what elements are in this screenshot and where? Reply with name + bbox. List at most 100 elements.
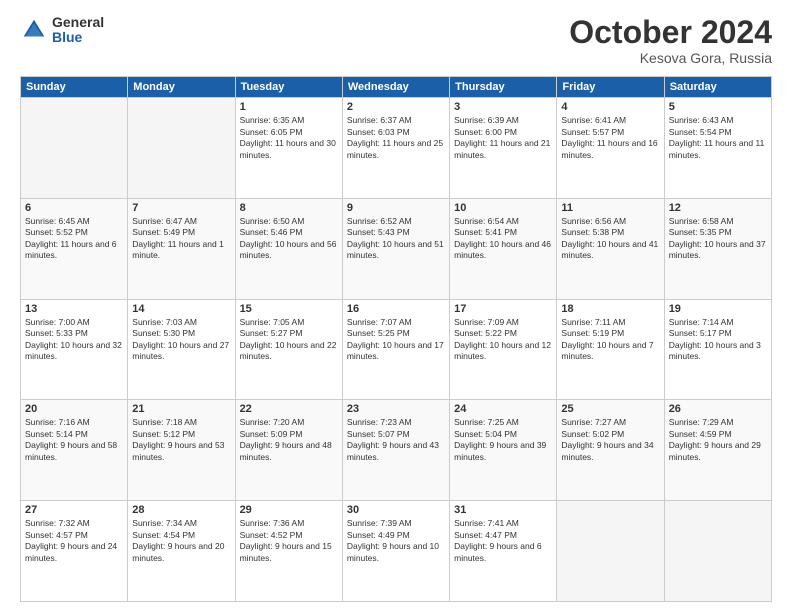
day-number: 28 [132,504,230,516]
calendar-table: Sunday Monday Tuesday Wednesday Thursday… [20,76,772,602]
table-row: 7 Sunrise: 6:47 AMSunset: 5:49 PMDaylight… [128,198,235,299]
day-info: Sunrise: 7:00 AMSunset: 5:33 PMDaylight:… [25,317,123,363]
day-info: Sunrise: 6:52 AMSunset: 5:43 PMDaylight:… [347,216,445,262]
day-number: 19 [669,303,767,315]
day-info: Sunrise: 6:43 AMSunset: 5:54 PMDaylight:… [669,115,767,161]
day-info: Sunrise: 7:18 AMSunset: 5:12 PMDaylight:… [132,417,230,463]
day-info: Sunrise: 6:39 AMSunset: 6:00 PMDaylight:… [454,115,552,161]
day-info: Sunrise: 6:54 AMSunset: 5:41 PMDaylight:… [454,216,552,262]
day-info: Sunrise: 7:39 AMSunset: 4:49 PMDaylight:… [347,518,445,564]
day-number: 1 [240,101,338,113]
table-row: 27 Sunrise: 7:32 AMSunset: 4:57 PMDayligh… [21,501,128,602]
subtitle: Kesova Gora, Russia [569,50,772,66]
table-row: 30 Sunrise: 7:39 AMSunset: 4:49 PMDayligh… [342,501,449,602]
day-number: 11 [561,202,659,214]
day-number: 16 [347,303,445,315]
table-row: 13 Sunrise: 7:00 AMSunset: 5:33 PMDayligh… [21,299,128,400]
day-number: 25 [561,403,659,415]
table-row: 26Sunrise: 7:29 AMSunset: 4:59 PMDayligh… [664,400,771,501]
day-number: 17 [454,303,552,315]
day-number: 12 [669,202,767,214]
day-info: Sunrise: 7:25 AMSunset: 5:04 PMDaylight:… [454,417,552,463]
calendar-week-row: 27 Sunrise: 7:32 AMSunset: 4:57 PMDayligh… [21,501,772,602]
table-row [664,501,771,602]
day-number: 24 [454,403,552,415]
day-info: Sunrise: 6:56 AMSunset: 5:38 PMDaylight:… [561,216,659,262]
table-row: 14 Sunrise: 7:03 AMSunset: 5:30 PMDayligh… [128,299,235,400]
day-number: 8 [240,202,338,214]
table-row [128,98,235,199]
table-row: 25 Sunrise: 7:27 AMSunset: 5:02 PMDayligh… [557,400,664,501]
logo-icon [20,16,48,44]
logo-general: General [52,15,104,30]
header: General Blue October 2024 Kesova Gora, R… [20,15,772,66]
table-row: 3 Sunrise: 6:39 AMSunset: 6:00 PMDaylight… [450,98,557,199]
day-number: 4 [561,101,659,113]
col-monday: Monday [128,77,235,98]
day-number: 31 [454,504,552,516]
calendar-week-row: 1 Sunrise: 6:35 AMSunset: 6:05 PMDaylight… [21,98,772,199]
col-tuesday: Tuesday [235,77,342,98]
day-number: 2 [347,101,445,113]
day-info: Sunrise: 7:34 AMSunset: 4:54 PMDaylight:… [132,518,230,564]
day-info: Sunrise: 6:50 AMSunset: 5:46 PMDaylight:… [240,216,338,262]
day-info: Sunrise: 6:45 AMSunset: 5:52 PMDaylight:… [25,216,123,262]
day-info: Sunrise: 7:11 AMSunset: 5:19 PMDaylight:… [561,317,659,363]
day-number: 6 [25,202,123,214]
col-friday: Friday [557,77,664,98]
title-block: October 2024 Kesova Gora, Russia [569,15,772,66]
day-info: Sunrise: 7:07 AMSunset: 5:25 PMDaylight:… [347,317,445,363]
day-info: Sunrise: 7:16 AMSunset: 5:14 PMDaylight:… [25,417,123,463]
day-info: Sunrise: 6:35 AMSunset: 6:05 PMDaylight:… [240,115,338,161]
day-number: 20 [25,403,123,415]
table-row: 2 Sunrise: 6:37 AMSunset: 6:03 PMDaylight… [342,98,449,199]
table-row: 24 Sunrise: 7:25 AMSunset: 5:04 PMDayligh… [450,400,557,501]
day-number: 5 [669,101,767,113]
day-number: 22 [240,403,338,415]
day-info: Sunrise: 7:05 AMSunset: 5:27 PMDaylight:… [240,317,338,363]
day-info: Sunrise: 6:37 AMSunset: 6:03 PMDaylight:… [347,115,445,161]
day-number: 26 [669,403,767,415]
day-info: Sunrise: 7:41 AMSunset: 4:47 PMDaylight:… [454,518,552,564]
day-info: Sunrise: 7:32 AMSunset: 4:57 PMDaylight:… [25,518,123,564]
day-info: Sunrise: 7:27 AMSunset: 5:02 PMDaylight:… [561,417,659,463]
day-info: Sunrise: 6:58 AMSunset: 5:35 PMDaylight:… [669,216,767,262]
day-number: 23 [347,403,445,415]
day-info: Sunrise: 7:14 AMSunset: 5:17 PMDaylight:… [669,317,767,363]
day-info: Sunrise: 7:03 AMSunset: 5:30 PMDaylight:… [132,317,230,363]
table-row [21,98,128,199]
day-number: 9 [347,202,445,214]
day-number: 10 [454,202,552,214]
calendar-week-row: 6 Sunrise: 6:45 AMSunset: 5:52 PMDaylight… [21,198,772,299]
day-number: 7 [132,202,230,214]
table-row: 19 Sunrise: 7:14 AMSunset: 5:17 PMDayligh… [664,299,771,400]
calendar-header-row: Sunday Monday Tuesday Wednesday Thursday… [21,77,772,98]
day-number: 27 [25,504,123,516]
table-row: 20 Sunrise: 7:16 AMSunset: 5:14 PMDayligh… [21,400,128,501]
table-row: 8 Sunrise: 6:50 AMSunset: 5:46 PMDaylight… [235,198,342,299]
day-number: 18 [561,303,659,315]
table-row: 15 Sunrise: 7:05 AMSunset: 5:27 PMDayligh… [235,299,342,400]
day-number: 3 [454,101,552,113]
day-info: Sunrise: 7:20 AMSunset: 5:09 PMDaylight:… [240,417,338,463]
table-row: 5 Sunrise: 6:43 AMSunset: 5:54 PMDaylight… [664,98,771,199]
table-row: 17Sunrise: 7:09 AMSunset: 5:22 PMDayligh… [450,299,557,400]
table-row: 23Sunrise: 7:23 AMSunset: 5:07 PMDayligh… [342,400,449,501]
table-row: 22 Sunrise: 7:20 AMSunset: 5:09 PMDayligh… [235,400,342,501]
day-number: 15 [240,303,338,315]
month-title: October 2024 [569,15,772,50]
table-row: 12 Sunrise: 6:58 AMSunset: 5:35 PMDayligh… [664,198,771,299]
col-sunday: Sunday [21,77,128,98]
table-row: 4Sunrise: 6:41 AMSunset: 5:57 PMDaylight… [557,98,664,199]
day-info: Sunrise: 6:47 AMSunset: 5:49 PMDaylight:… [132,216,230,262]
day-number: 13 [25,303,123,315]
table-row: 18 Sunrise: 7:11 AMSunset: 5:19 PMDayligh… [557,299,664,400]
logo-blue: Blue [52,30,104,45]
day-number: 30 [347,504,445,516]
table-row: 31 Sunrise: 7:41 AMSunset: 4:47 PMDayligh… [450,501,557,602]
table-row [557,501,664,602]
page: General Blue October 2024 Kesova Gora, R… [0,0,792,612]
calendar-week-row: 20 Sunrise: 7:16 AMSunset: 5:14 PMDayligh… [21,400,772,501]
day-number: 14 [132,303,230,315]
table-row: 11 Sunrise: 6:56 AMSunset: 5:38 PMDayligh… [557,198,664,299]
